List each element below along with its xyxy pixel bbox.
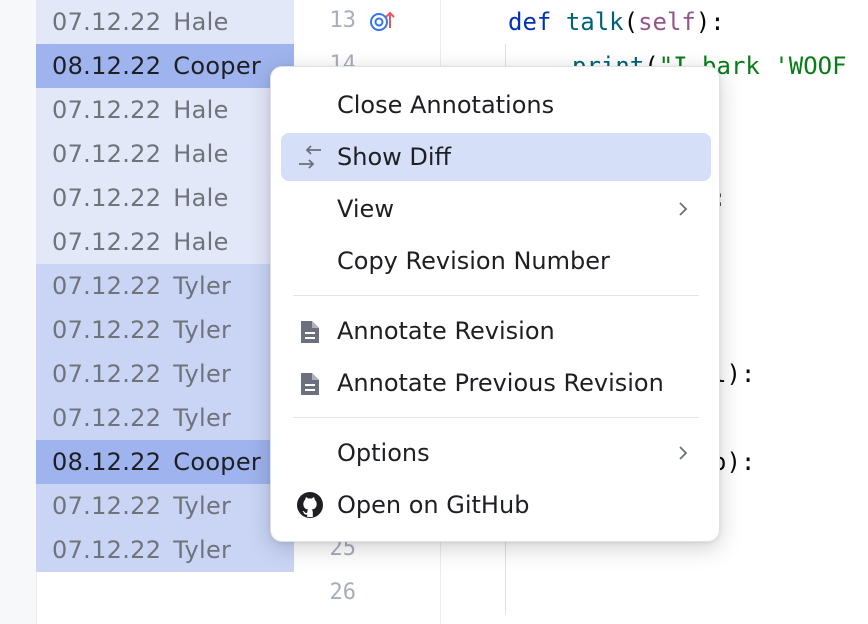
menu-item-annotate-revision[interactable]: Annotate Revision: [281, 307, 711, 355]
annotation-context-menu: Close Annotations Show Diff View Copy Re…: [270, 66, 720, 542]
annotation-author: Hale: [173, 184, 229, 212]
annotation-row[interactable]: 07.12.22 Hale: [36, 132, 294, 176]
menu-item-label: Annotate Previous Revision: [337, 369, 664, 397]
menu-item-label: Open on GitHub: [337, 491, 530, 519]
annotation-row[interactable]: 07.12.22 Tyler: [36, 352, 294, 396]
menu-item-copy-revision-number[interactable]: Copy Revision Number: [281, 237, 711, 285]
annotation-date: 07.12.22: [52, 404, 162, 432]
annotation-author: Tyler: [173, 316, 232, 344]
annotation-date: 07.12.22: [52, 272, 162, 300]
annotations-column: 07.12.22 Hale 08.12.22 Cooper 07.12.22 Hale…: [36, 0, 294, 624]
menu-item-open-on-github[interactable]: Open on GitHub: [281, 481, 711, 529]
menu-item-view[interactable]: View: [281, 185, 711, 233]
chevron-right-icon: [679, 446, 688, 460]
annotation-date: 07.12.22: [52, 316, 162, 344]
menu-item-show-diff[interactable]: Show Diff: [281, 133, 711, 181]
code-self: self: [638, 8, 696, 36]
annotation-author: Hale: [173, 96, 229, 124]
menu-item-label: Close Annotations: [337, 91, 555, 119]
annotation-date: 08.12.22: [52, 448, 162, 476]
menu-item-label: Show Diff: [337, 143, 452, 171]
menu-item-label: Annotate Revision: [337, 317, 555, 345]
line-number: 26: [329, 580, 357, 605]
code-punct: ):: [695, 8, 725, 36]
menu-item-options[interactable]: Options: [281, 429, 711, 477]
annotation-author: Tyler: [173, 492, 232, 520]
annotation-author: Tyler: [173, 272, 232, 300]
document-icon: [295, 316, 325, 346]
annotation-date: 07.12.22: [52, 228, 162, 256]
annotation-row[interactable]: 07.12.22 Hale: [36, 176, 294, 220]
menu-separator: [293, 417, 699, 418]
code-punct: (: [623, 8, 639, 36]
left-tool-strip: [0, 0, 37, 624]
github-icon: [295, 490, 325, 520]
diff-arrows-icon: [295, 142, 325, 172]
annotation-author: Cooper: [173, 448, 262, 476]
override-method-icon[interactable]: [368, 8, 396, 36]
annotation-row[interactable]: 07.12.22 Tyler: [36, 484, 294, 528]
annotation-date: 07.12.22: [52, 492, 162, 520]
annotation-row[interactable]: 07.12.22 Tyler: [36, 308, 294, 352]
annotation-author: Hale: [173, 8, 229, 36]
code-line-def: def talk(self):: [508, 8, 725, 36]
annotation-row[interactable]: 07.12.22 Tyler: [36, 396, 294, 440]
annotation-date: 07.12.22: [52, 96, 162, 124]
document-icon: [295, 368, 325, 398]
annotation-row[interactable]: 07.12.22 Tyler: [36, 264, 294, 308]
annotation-author: Tyler: [173, 404, 232, 432]
chevron-right-icon: [679, 202, 688, 216]
annotation-date: 07.12.22: [52, 184, 162, 212]
annotation-row[interactable]: 07.12.22 Hale: [36, 88, 294, 132]
annotation-row[interactable]: 08.12.22 Cooper: [36, 44, 294, 88]
menu-item-label: Copy Revision Number: [337, 247, 610, 275]
annotation-author: Tyler: [173, 536, 232, 564]
code-keyword: def: [508, 8, 552, 36]
code-function: talk: [565, 8, 624, 36]
annotation-date: 07.12.22: [52, 536, 162, 564]
annotation-row[interactable]: 07.12.22 Tyler: [36, 528, 294, 572]
annotation-row[interactable]: 07.12.22 Hale: [36, 220, 294, 264]
annotation-date: 07.12.22: [52, 8, 162, 36]
annotation-author: Hale: [173, 228, 229, 256]
line-number: 13: [329, 8, 357, 33]
menu-item-close-annotations[interactable]: Close Annotations: [281, 81, 711, 129]
menu-item-label: Options: [337, 439, 430, 467]
annotation-date: 08.12.22: [52, 52, 162, 80]
annotation-author: Tyler: [173, 360, 232, 388]
annotation-author: Cooper: [173, 52, 262, 80]
annotation-date: 07.12.22: [52, 360, 162, 388]
menu-item-annotate-previous-revision[interactable]: Annotate Previous Revision: [281, 359, 711, 407]
annotation-author: Hale: [173, 140, 229, 168]
menu-item-label: View: [337, 195, 394, 223]
annotation-row[interactable]: 08.12.22 Cooper: [36, 440, 294, 484]
annotation-row[interactable]: 07.12.22 Hale: [36, 0, 294, 44]
annotation-date: 07.12.22: [52, 140, 162, 168]
menu-separator: [293, 295, 699, 296]
